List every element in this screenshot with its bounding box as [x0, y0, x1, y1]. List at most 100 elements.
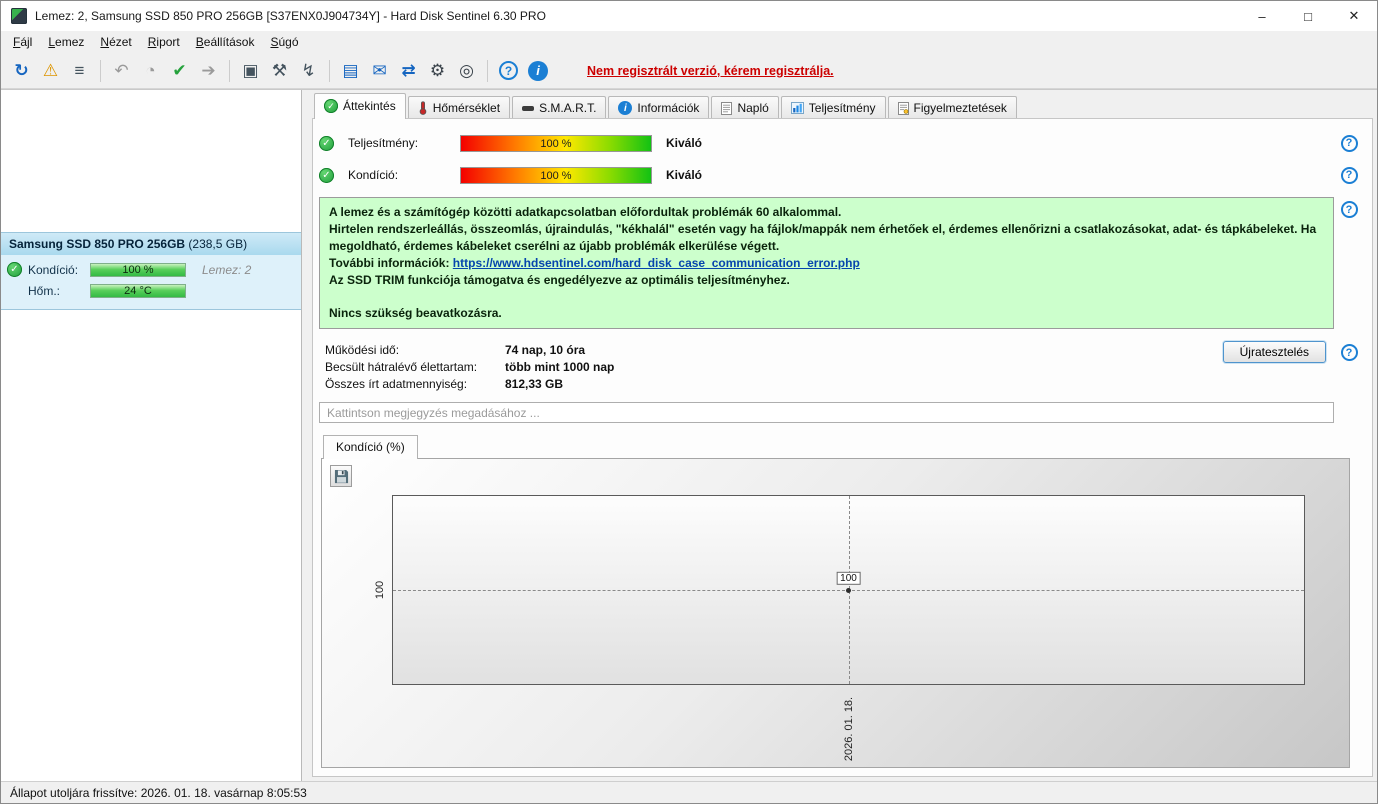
close-button[interactable]: ✕ [1331, 1, 1377, 31]
status-last-updated: Állapot utoljára frissítve: 2026. 01. 18… [10, 785, 307, 800]
action-line: Nincs szükség beavatkozásra. [329, 306, 502, 321]
help-icon[interactable]: ? [1340, 201, 1358, 218]
tab-label: Hőmérséklet [432, 101, 501, 115]
communication-error-link[interactable]: https://www.hdsentinel.com/hard_disk_cas… [453, 256, 860, 270]
disk-size: (238,5 GB) [185, 237, 248, 251]
tab-overview[interactable]: Áttekintés [314, 93, 406, 119]
info-circle-icon: i [618, 101, 633, 115]
online-icon[interactable]: ◎ [453, 58, 480, 84]
chart-data-point [845, 588, 851, 594]
duplicate-icon[interactable]: ▣ [237, 58, 264, 84]
chart-plot-area: 100 [392, 495, 1305, 686]
undo-icon[interactable]: ↶ [108, 58, 135, 84]
status-line: Az SSD TRIM funkciója támogatva és enged… [329, 273, 790, 288]
document-icon [721, 101, 733, 115]
email-icon[interactable]: ✉ [366, 58, 393, 84]
chart-y-tick: 100 [374, 581, 386, 600]
status-text-box: A lemez és a számítógép közötti adatkapc… [319, 197, 1334, 330]
info-icon[interactable]: i [528, 60, 548, 81]
stat-label: Becsült hátralévő élettartam: [325, 359, 478, 374]
comment-input[interactable] [319, 402, 1334, 424]
disk-name: Samsung SSD 850 PRO 256GB [9, 237, 186, 251]
toolbar: ↻ ⚠ ≡ ↶ ◔ ✔ ➔ ▣ ⚒ ↯ ▤ ✉ ⇄ ⚙ ◎ ? i Nem re… [1, 53, 1377, 89]
menu-file[interactable]: Fájl [5, 32, 40, 53]
disk-details-icon[interactable]: ≡ [66, 58, 93, 84]
tab-label: Napló [737, 101, 769, 115]
maximize-button[interactable]: □ [1285, 1, 1331, 31]
performance-label: Teljesítmény: [348, 136, 419, 150]
check-circle-icon [324, 99, 338, 113]
disk-entry-header: Samsung SSD 850 PRO 256GB (238,5 GB) [1, 233, 301, 255]
main-area: Áttekintés Hőmérséklet S.M.A.R.T. i Info… [302, 90, 1377, 781]
chart-tab-condition[interactable]: Kondíció (%) [323, 435, 418, 460]
stats-section: Működési idő: 74 nap, 10 óra Becsült hát… [319, 341, 1364, 392]
tab-label: Információk [637, 101, 700, 115]
retest-button[interactable]: Újratesztelés [1222, 341, 1326, 364]
help-icon[interactable]: ? [1340, 134, 1358, 152]
window-title: Lemez: 2, Samsung SSD 850 PRO 256GB [S37… [35, 9, 546, 23]
app-icon [11, 8, 27, 24]
tab-temperature[interactable]: Hőmérséklet [407, 96, 511, 119]
report-icon[interactable]: ▤ [337, 58, 364, 84]
app-window: Lemez: 2, Samsung SSD 850 PRO 256GB [S37… [0, 0, 1378, 804]
stat-row: Működési idő: 74 nap, 10 óra [319, 341, 1223, 358]
menu-settings[interactable]: Beállítások [188, 32, 263, 53]
disk-temperature-bar: 24 °C [90, 283, 186, 298]
disk-stats: Működési idő: 74 nap, 10 óra Becsült hát… [319, 341, 1223, 392]
chart-point-label: 100 [836, 571, 861, 585]
condition-ok-icon [319, 167, 334, 183]
stat-value: 74 nap, 10 óra [505, 342, 586, 357]
tab-bar: Áttekintés Hőmérséklet S.M.A.R.T. i Info… [312, 93, 1373, 119]
toolbar-separator [100, 59, 101, 82]
condition-bar: 100 % [460, 166, 652, 184]
tab-information[interactable]: i Információk [608, 96, 710, 119]
chart-x-tick: 2026. 01. 18. [842, 697, 855, 762]
settings-gear-icon[interactable]: ⚙ [424, 58, 451, 84]
refresh-icon[interactable]: ↻ [8, 58, 35, 84]
save-chart-button[interactable] [330, 465, 352, 488]
scheduler-icon[interactable]: ◔ [137, 58, 164, 84]
network-icon[interactable]: ⇄ [395, 58, 422, 84]
condition-chart: 100 100 2026. 01. 18. [321, 458, 1350, 768]
tab-label: Figyelmeztetések [913, 101, 1007, 115]
disk-list-sidebar: Samsung SSD 850 PRO 256GB (238,5 GB) Kon… [1, 90, 302, 781]
tab-smart[interactable]: S.M.A.R.T. [512, 96, 607, 119]
tab-label: S.M.A.R.T. [539, 101, 597, 115]
tab-performance[interactable]: Teljesítmény [780, 96, 886, 119]
export-icon[interactable]: ➔ [195, 58, 222, 84]
tools-icon[interactable]: ⚒ [266, 58, 293, 84]
disk-temperature-row: Hőm.: 24 °C [7, 281, 295, 300]
thermometer-icon [418, 101, 428, 115]
smart-icon [522, 105, 535, 111]
register-notice-link[interactable]: Nem regisztrált verzió, kérem regisztrál… [587, 64, 834, 78]
help-icon[interactable]: ? [1340, 166, 1358, 184]
overview-panel: Teljesítmény: 100 % Kiváló ? Kondíció: 1… [312, 118, 1373, 777]
surface-test-warning-icon[interactable]: ⚠ [37, 58, 64, 84]
stat-value: több mint 1000 nap [505, 359, 615, 374]
tab-alerts[interactable]: Figyelmeztetések [887, 96, 1017, 119]
minimize-button[interactable]: – [1239, 1, 1285, 31]
menu-help[interactable]: Súgó [262, 32, 306, 53]
tab-label: Teljesítmény [808, 101, 876, 115]
condition-label: Kondíció: [348, 168, 399, 182]
condition-chart-section: Kondíció (%) 100 100 2026. 01. 18. [321, 435, 1350, 768]
disk-list-item-samsung-ssd[interactable]: Samsung SSD 850 PRO 256GB (238,5 GB) Kon… [1, 232, 301, 310]
status-info-section: A lemez és a számítógép közötti adatkapc… [319, 197, 1364, 330]
stat-label: Működési idő: [325, 342, 400, 357]
window-controls: – □ ✕ [1239, 1, 1377, 31]
menu-report[interactable]: Riport [140, 32, 188, 53]
tab-log[interactable]: Napló [711, 96, 779, 119]
status-line: További információk: https://www.hdsenti… [329, 255, 1324, 272]
disk-condition-label: Kondíció: [28, 262, 79, 277]
disk-condition-row: Kondíció: 100 % Lemez: 2 [7, 260, 295, 279]
menu-disk[interactable]: Lemez [40, 32, 92, 53]
status-line: A lemez és a számítógép közötti adatkapc… [329, 205, 842, 219]
performance-row: Teljesítmény: 100 % Kiváló ? [319, 130, 1364, 156]
menu-view[interactable]: Nézet [92, 32, 139, 53]
help-icon[interactable]: ? [1340, 344, 1358, 362]
accept-icon[interactable]: ✔ [166, 58, 193, 84]
connection-icon[interactable]: ↯ [295, 58, 322, 84]
disk-entry-body: Kondíció: 100 % Lemez: 2 Hőm.: 24 °C [1, 255, 301, 309]
help-icon[interactable]: ? [499, 61, 518, 80]
